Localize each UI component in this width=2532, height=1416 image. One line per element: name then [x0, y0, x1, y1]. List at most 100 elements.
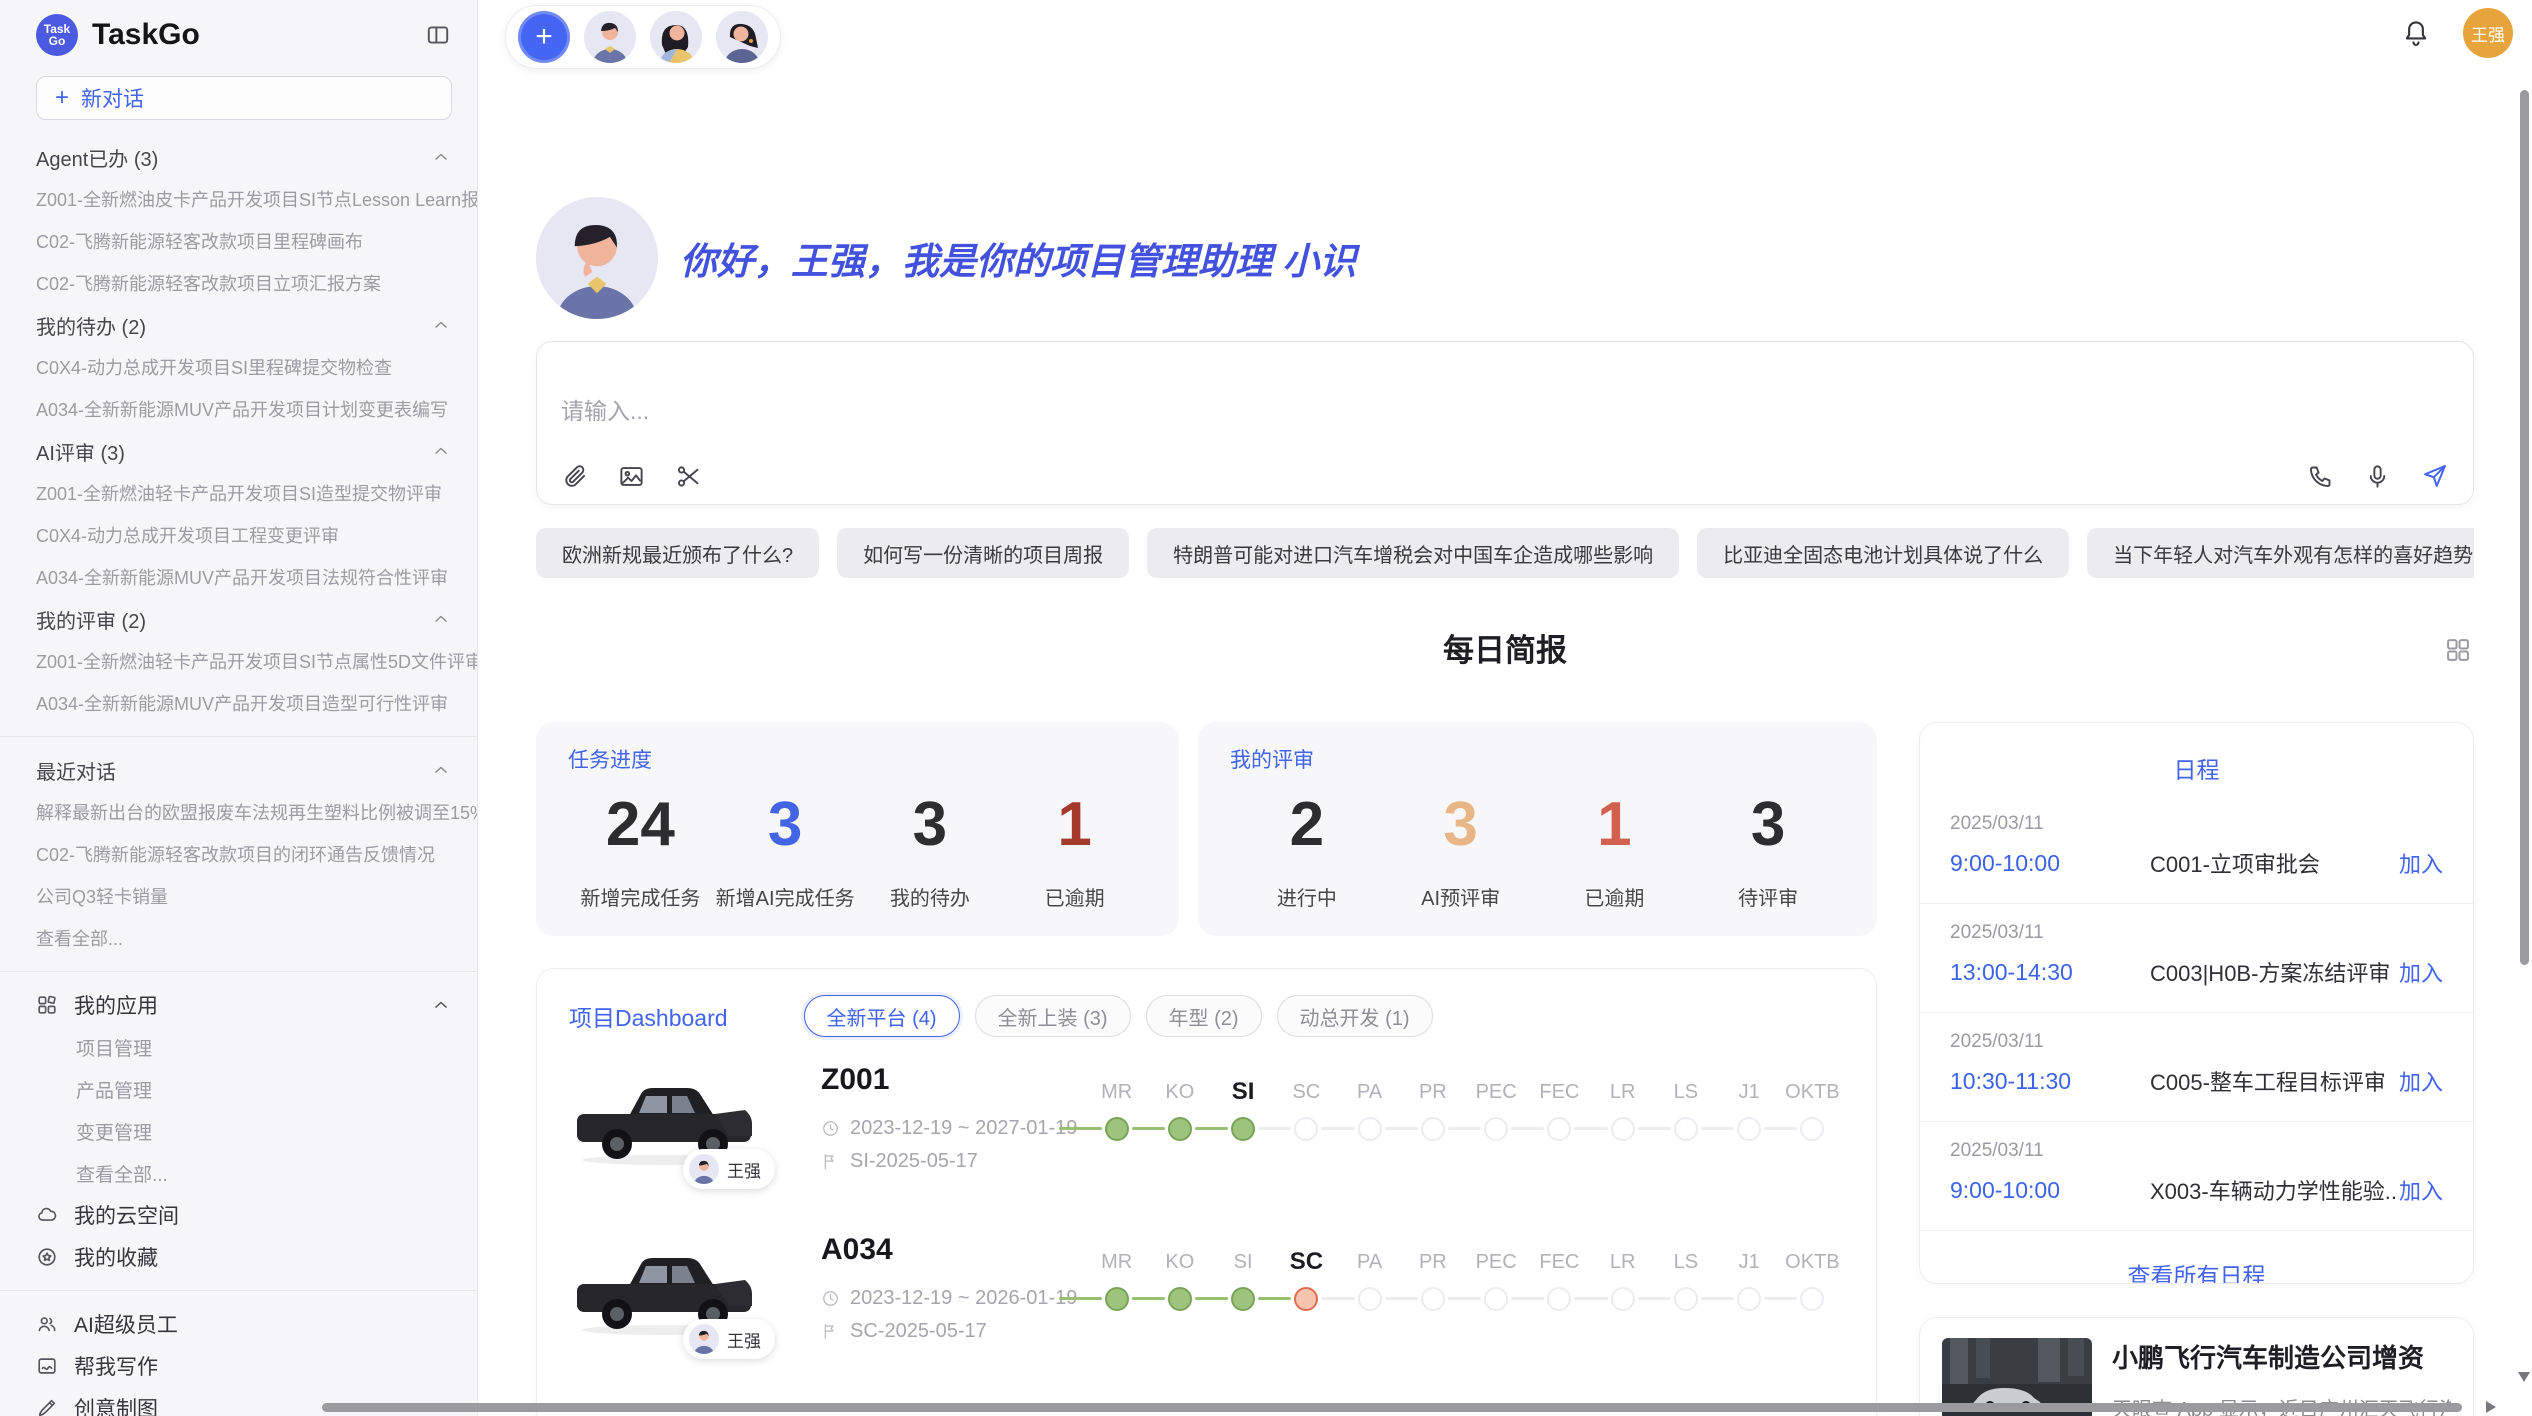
- project-row-a034[interactable]: 王强 A034 2023-12-19 ~ 2026-01-19: [569, 1233, 1844, 1347]
- vertical-scrollbar-thumb[interactable]: [2520, 90, 2529, 965]
- chevron-up-icon[interactable]: [431, 147, 451, 167]
- section-header-recent-chats[interactable]: 最近对话: [0, 749, 477, 791]
- section-header-my-todo[interactable]: 我的待办 (2): [0, 304, 477, 346]
- sidebar-item-favorites[interactable]: 我的收藏: [0, 1236, 477, 1278]
- add-agent-button[interactable]: +: [518, 11, 570, 63]
- stat-label: 新增AI完成任务: [713, 882, 858, 911]
- filter-chip[interactable]: 全新上装 (3): [975, 995, 1131, 1037]
- user-avatar[interactable]: 王强: [2463, 8, 2513, 58]
- notifications-bell-icon[interactable]: [2401, 18, 2431, 48]
- agent-avatar-3[interactable]: [716, 11, 768, 63]
- recent-chat-item[interactable]: C02-飞腾新能源轻客改款项目的闭环通告反馈情况: [0, 833, 477, 875]
- stat-label: 已逾期: [1538, 882, 1692, 911]
- scissors-icon[interactable]: [675, 463, 702, 490]
- app-item[interactable]: 变更管理: [0, 1110, 477, 1152]
- suggestion-chip[interactable]: 特朗普可能对进口汽车增税会对中国车企造成哪些影响: [1147, 528, 1679, 578]
- sidebar-task-item[interactable]: C02-飞腾新能源轻客改款项目立项汇报方案: [0, 262, 477, 304]
- microphone-icon[interactable]: [2364, 463, 2391, 490]
- sidebar-item-cloud-space[interactable]: 我的云空间: [0, 1194, 477, 1236]
- milestone[interactable]: OKTB: [1781, 1063, 1844, 1141]
- section-header-ai-review[interactable]: AI评审 (3): [0, 430, 477, 472]
- stat-value: 2: [1230, 790, 1384, 860]
- sidebar-task-item[interactable]: C02-飞腾新能源轻客改款项目里程碑画布: [0, 220, 477, 262]
- suggestion-chip[interactable]: 如何写一份清晰的项目周报: [837, 528, 1129, 578]
- filter-chip[interactable]: 年型 (2): [1146, 995, 1262, 1037]
- chat-input[interactable]: [561, 360, 2449, 462]
- horizontal-scrollbar-thumb[interactable]: [322, 1403, 2462, 1412]
- my-review-card: 我的评审 2 进行中 3 AI预评审 1: [1198, 722, 1877, 936]
- milestone[interactable]: OKTB: [1781, 1233, 1844, 1311]
- stat-value: 1: [1538, 790, 1692, 860]
- sidebar-task-item[interactable]: C0X4-动力总成开发项目工程变更评审: [0, 514, 477, 556]
- sidebar-task-item[interactable]: A034-全新新能源MUV产品开发项目计划变更表编写: [0, 388, 477, 430]
- send-icon[interactable]: [2421, 462, 2449, 490]
- milestone-label: PA: [1357, 1075, 1382, 1109]
- briefing-title: 每日简报: [536, 630, 2474, 672]
- sidebar-item-ai-employee[interactable]: AI超级员工: [0, 1303, 477, 1345]
- milestone-label: KO: [1165, 1075, 1194, 1109]
- app-item[interactable]: 项目管理: [0, 1026, 477, 1068]
- scroll-right-arrow[interactable]: [2486, 1401, 2496, 1413]
- filter-chip[interactable]: 动总开发 (1): [1277, 995, 1433, 1037]
- new-chat-button[interactable]: + 新对话: [36, 76, 452, 120]
- stat-value: 3: [858, 790, 1003, 860]
- phone-icon[interactable]: [2307, 463, 2334, 490]
- join-link[interactable]: 加入: [2399, 956, 2443, 988]
- section-header-my-review[interactable]: 我的评审 (2): [0, 598, 477, 640]
- chevron-up-icon[interactable]: [431, 315, 451, 335]
- scroll-down-arrow[interactable]: [2518, 1372, 2530, 1382]
- project-flag-date: SC-2025-05-17: [821, 1320, 1069, 1343]
- greeting-text: 你好，王强，我是你的项目管理助理 小识: [680, 231, 1356, 285]
- project-owner-badge: 王强: [683, 1149, 775, 1189]
- chevron-up-icon[interactable]: [431, 995, 451, 1015]
- filter-chip[interactable]: 全新平台 (4): [804, 995, 960, 1037]
- stat-label: 待评审: [1691, 882, 1845, 911]
- schedule-title: 日程: [1920, 723, 2473, 795]
- main-area: + 王强: [478, 0, 2532, 1416]
- schedule-time: 13:00-14:30: [1950, 959, 2150, 986]
- sidebar-task-item[interactable]: Z001-全新燃油皮卡产品开发项目SI节点Lesson Learn报告: [0, 178, 477, 220]
- recent-chat-item[interactable]: 解释最新出台的欧盟报废车法规再生塑料比例被调至15%...: [0, 791, 477, 833]
- milestone-dot: [1168, 1287, 1192, 1311]
- chevron-up-icon[interactable]: [431, 609, 451, 629]
- app-item[interactable]: 查看全部...: [0, 1152, 477, 1194]
- suggestion-chip[interactable]: 当下年轻人对汽车外观有怎样的喜好趋势: [2087, 528, 2474, 578]
- project-row-z001[interactable]: 王强 Z001 2023-12-19 ~ 2027-01-19: [569, 1063, 1844, 1177]
- suggestion-chip[interactable]: 比亚迪全固态电池计划具体说了什么: [1697, 528, 2069, 578]
- news-card[interactable]: 小鹏飞行汽车制造公司增资 天眼查 App 显示，近日广州汇天飞行汽...: [1919, 1317, 2474, 1416]
- milestone-track: MR KO SI SC: [1085, 1233, 1844, 1311]
- owner-name: 王强: [727, 1327, 761, 1352]
- app-item[interactable]: 产品管理: [0, 1068, 477, 1110]
- dashboard-header: 项目Dashboard 全新平台 (4)全新上装 (3)年型 (2)动总开发 (…: [569, 995, 1844, 1037]
- sidebar-item-my-apps[interactable]: 我的应用: [0, 984, 477, 1026]
- sidebar-task-item[interactable]: Z001-全新燃油轻卡产品开发项目SI节点属性5D文件评审: [0, 640, 477, 682]
- my-review-stats: 2 进行中 3 AI预评审 1 已逾期 3 待: [1230, 790, 1845, 911]
- section-header-agent-done[interactable]: Agent已办 (3): [0, 136, 477, 178]
- join-link[interactable]: 加入: [2399, 847, 2443, 879]
- section-my-review-items: Z001-全新燃油轻卡产品开发项目SI节点属性5D文件评审A034-全新新能源M…: [0, 640, 477, 724]
- assistant-avatar: [536, 197, 658, 319]
- chevron-up-icon[interactable]: [431, 441, 451, 461]
- join-link[interactable]: 加入: [2399, 1174, 2443, 1206]
- app-title: TaskGo: [92, 18, 425, 52]
- sidebar-item-help-write[interactable]: 帮我写作: [0, 1345, 477, 1387]
- project-info: A034 2023-12-19 ~ 2026-01-19 SC-2025-05-…: [821, 1233, 1069, 1343]
- sidebar-task-item[interactable]: A034-全新新能源MUV产品开发项目法规符合性评审: [0, 556, 477, 598]
- join-link[interactable]: 加入: [2399, 1065, 2443, 1097]
- collapse-sidebar-icon[interactable]: [425, 22, 451, 48]
- chevron-up-icon[interactable]: [431, 760, 451, 780]
- agent-avatar-1[interactable]: [584, 11, 636, 63]
- view-all-schedule-link[interactable]: 查看所有日程: [1920, 1231, 2473, 1284]
- suggestion-chips: 欧洲新规最近颁布了什么? 如何写一份清晰的项目周报特朗普可能对进口汽车增税会对中国…: [536, 528, 2474, 578]
- sidebar-task-item[interactable]: C0X4-动力总成开发项目SI里程碑提交物检查: [0, 346, 477, 388]
- image-icon[interactable]: [618, 463, 645, 490]
- agent-avatar-2[interactable]: [650, 11, 702, 63]
- sidebar-task-item[interactable]: Z001-全新燃油轻卡产品开发项目SI造型提交物评审: [0, 472, 477, 514]
- suggestion-chip[interactable]: 欧洲新规最近颁布了什么?: [536, 528, 819, 578]
- recent-chat-item[interactable]: 查看全部...: [0, 917, 477, 959]
- sidebar-task-item[interactable]: A034-全新新能源MUV产品开发项目造型可行性评审: [0, 682, 477, 724]
- layout-grid-icon[interactable]: [2444, 636, 2472, 664]
- help-write-label: 帮我写作: [74, 1351, 158, 1381]
- paperclip-icon[interactable]: [561, 463, 588, 490]
- recent-chat-item[interactable]: 公司Q3轻卡销量: [0, 875, 477, 917]
